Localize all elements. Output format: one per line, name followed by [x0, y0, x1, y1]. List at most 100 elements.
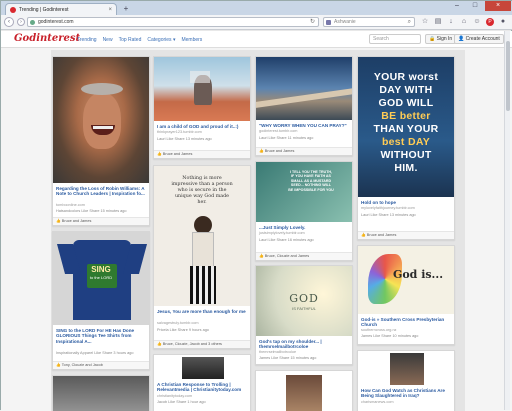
- pin-image-subword: IS FAITHFUL: [292, 306, 316, 311]
- pin-card[interactable]: SING to the LORD SING to the LORD For HE…: [52, 231, 150, 370]
- thumbs-up-icon: 👍: [157, 342, 162, 346]
- pin-card[interactable]: Regarding the Loss of Robin Williams: A …: [52, 56, 150, 226]
- pin-card[interactable]: How Can God Watch as Christians Are Bein…: [357, 350, 455, 411]
- pin-source[interactable]: tomboonline.com: [56, 203, 146, 208]
- pin-card[interactable]: "WHY WORRY WHEN YOU CAN PRAY?" godintere…: [255, 56, 353, 156]
- home-icon[interactable]: ⌂: [460, 18, 468, 26]
- pin-card[interactable]: God is... God-is » Southern Cross Presby…: [357, 245, 455, 345]
- thumbs-up-icon: 👍: [56, 219, 61, 223]
- window-close-icon[interactable]: ×: [485, 1, 511, 11]
- pin-image[interactable]: Nothing is more impressive than a person…: [154, 166, 250, 306]
- create-account-label: Create Account: [465, 36, 500, 42]
- pin-source[interactable]: themrselmailbotrcoloe: [259, 350, 349, 355]
- pin-card[interactable]: I am a child of GOD and proud of it..:) …: [153, 56, 251, 159]
- addon-icon[interactable]: ●: [499, 18, 507, 26]
- nav-top-rated[interactable]: Top Rated: [119, 37, 142, 43]
- pin-source[interactable]: justsimplylovely.tumblr.com: [259, 231, 349, 236]
- sign-in-label: Sign In: [436, 36, 453, 42]
- pin-source[interactable]: godinterest.tumblr.com: [259, 129, 349, 134]
- site-nav: Trending New Top Rated Categories ▾ Memb…: [77, 37, 202, 43]
- pin-title[interactable]: SING to the LORD For HE Has Done GLORIOU…: [56, 328, 146, 344]
- site-search-input[interactable]: Search: [369, 34, 421, 44]
- pin-likes: 👍 Bruce, Clouzie, Jacob and 3 others: [154, 340, 250, 348]
- pin-title[interactable]: A Christian Response to Trolling | Relev…: [157, 382, 247, 393]
- create-account-button[interactable]: 👤 Create Account: [454, 34, 504, 44]
- nav-members[interactable]: Members: [181, 37, 202, 43]
- scrollbar-thumb[interactable]: [506, 41, 510, 111]
- pin-source[interactable]: charismanews.com: [361, 400, 451, 405]
- pin-image[interactable]: God is...: [358, 246, 454, 314]
- pin-image[interactable]: [154, 57, 250, 121]
- pin-source[interactable]: southerncross.org.nz: [361, 328, 451, 333]
- pin-meta: Lauri Like Share 13 minutes ago: [361, 213, 416, 217]
- pin-image[interactable]: [358, 351, 454, 385]
- pin-title[interactable]: I am a child of GOD and proud of it..:): [157, 124, 247, 129]
- pin-title[interactable]: God-is » Southern Cross Presbyterian Chu…: [361, 317, 451, 328]
- pin-likers: Bruce and James: [366, 233, 397, 237]
- pin-title[interactable]: Hold on to hope: [361, 200, 451, 205]
- pin-source[interactable]: mylovelyfaithjourney.tumblr.com: [361, 206, 451, 211]
- sign-in-button[interactable]: 🔒 Sign In: [425, 34, 457, 44]
- forward-icon[interactable]: ›: [17, 18, 25, 26]
- pin-likers: Bruce and James: [61, 219, 92, 223]
- pin-title[interactable]: ...Just Simply Lovely.: [259, 225, 349, 230]
- pin-image[interactable]: [53, 57, 149, 183]
- pin-title[interactable]: How Can God Watch as Christians Are Bein…: [361, 388, 451, 399]
- back-icon[interactable]: ‹: [4, 17, 14, 27]
- pin-grid: Regarding the Loss of Robin Williams: A …: [1, 48, 512, 411]
- pin-title[interactable]: Regarding the Loss of Robin Williams: A …: [56, 186, 146, 197]
- nav-categories[interactable]: Categories ▾: [147, 37, 175, 43]
- pin-image[interactable]: [256, 371, 352, 411]
- pin-card[interactable]: [255, 370, 353, 411]
- pin-image-quote: I TELL YOU THE TRUTH, IF YOU HAVE FAITH …: [288, 170, 334, 192]
- close-tab-icon[interactable]: ×: [108, 7, 112, 13]
- pin-source[interactable]: thinkprayer123.tumblr.com: [157, 130, 247, 135]
- pinterest-icon[interactable]: P: [486, 18, 494, 26]
- chat-icon[interactable]: ☺: [473, 18, 481, 26]
- shirt-print-line1: SING: [91, 265, 111, 274]
- minimize-icon[interactable]: –: [448, 1, 466, 11]
- pin-card[interactable]: A Christian Response to Trolling | Relev…: [153, 354, 251, 411]
- browser-tab[interactable]: Trending | Godinterest ×: [5, 3, 117, 15]
- bookmark-star-icon[interactable]: ☆: [421, 18, 429, 26]
- pin-image[interactable]: I TELL YOU THE TRUTH, IF YOU HAVE FAITH …: [256, 162, 352, 222]
- pin-likers: Tony, Clouzie and Jacob: [61, 363, 103, 367]
- pin-image-poster: YOUR worst DAY WITH GOD WILL BE better T…: [373, 71, 439, 174]
- nav-new[interactable]: New: [103, 37, 113, 43]
- search-icon[interactable]: ⌕: [408, 18, 411, 27]
- pin-card[interactable]: Nothing is more impressive than a person…: [153, 165, 251, 349]
- new-tab-icon[interactable]: +: [120, 5, 132, 14]
- reload-icon[interactable]: ↻: [310, 18, 315, 27]
- browser-toolbar: ‹ › godinterest.com ↻ Ashwanie ⌕ ☆ ▤ ↓ ⌂…: [1, 15, 512, 30]
- pin-image[interactable]: YOUR worst DAY WITH GOD WILL BE better T…: [358, 57, 454, 197]
- thumbs-up-icon: 👍: [157, 152, 162, 156]
- nav-trending[interactable]: Trending: [77, 37, 97, 43]
- bookmarks-icon[interactable]: ▤: [434, 18, 442, 26]
- scrollbar[interactable]: [504, 31, 510, 410]
- pin-card[interactable]: I TELL YOU THE TRUTH, IF YOU HAVE FAITH …: [255, 161, 353, 261]
- pin-image[interactable]: [154, 355, 250, 379]
- pin-image[interactable]: SING to the LORD: [53, 232, 149, 325]
- download-icon[interactable]: ↓: [447, 18, 455, 26]
- pin-source[interactable]: salvagestruly.tumblr.com: [157, 321, 247, 326]
- address-bar[interactable]: godinterest.com ↻: [27, 17, 319, 27]
- pin-title[interactable]: God's tap on my shoulder... | themrselma…: [259, 339, 349, 350]
- pin-likes: 👍 Bruce and James: [358, 231, 454, 239]
- maximize-icon[interactable]: □: [466, 1, 484, 11]
- pin-meta: Lauri Like Share 16 minutes ago: [259, 238, 314, 242]
- pin-image[interactable]: [53, 376, 149, 411]
- pin-title[interactable]: "WHY WORRY WHEN YOU CAN PRAY?": [259, 123, 349, 128]
- pin-card[interactable]: YOUR worst DAY WITH GOD WILL BE better T…: [357, 56, 455, 240]
- user-icon: 👤: [458, 36, 465, 42]
- pin-card[interactable]: GOD IS FAITHFUL God's tap on my shoulder…: [255, 265, 353, 365]
- pin-source[interactable]: christianitytoday.com: [157, 394, 247, 399]
- pin-likers: Bruce and James: [264, 149, 295, 153]
- pin-card[interactable]: [52, 375, 150, 411]
- site-logo[interactable]: Godinterest: [14, 33, 80, 44]
- pin-image[interactable]: [256, 57, 352, 120]
- pin-meta: James Like Share 15 minutes ago: [259, 356, 317, 360]
- pin-meta: James Like Share 10 minutes ago: [361, 334, 419, 338]
- pin-image[interactable]: GOD IS FAITHFUL: [256, 266, 352, 336]
- pin-title[interactable]: Jesus, You are more than enough for me: [157, 309, 247, 314]
- browser-search-input[interactable]: Ashwanie ⌕: [323, 17, 415, 27]
